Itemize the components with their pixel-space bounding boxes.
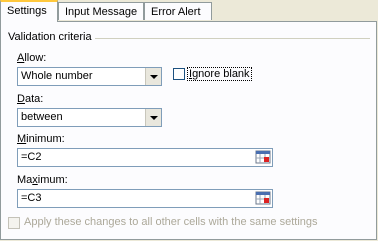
data-label-rest: ata: <box>24 93 44 105</box>
data-label-mnemonic: D <box>17 93 25 105</box>
maximum-input[interactable]: =C3 <box>17 189 273 208</box>
minimum-input[interactable]: =C2 <box>17 148 273 167</box>
group-title: Validation criteria <box>8 31 95 43</box>
group-divider <box>92 38 370 39</box>
maximum-label-prefix: Ma <box>17 174 33 186</box>
allow-label: Allow: <box>17 52 46 64</box>
minimum-label-mnemonic: M <box>17 133 27 145</box>
collapse-dialog-icon[interactable] <box>255 150 271 165</box>
data-select[interactable]: between <box>17 108 162 127</box>
data-label: Data: <box>17 93 43 105</box>
ignore-blank-rest: gnore blank <box>192 68 250 80</box>
apply-all-label: Apply these changes to all other cells w… <box>24 216 318 228</box>
allow-select[interactable]: Whole number <box>17 67 162 86</box>
tab-settings[interactable]: Settings <box>0 0 58 22</box>
tab-input-message[interactable]: Input Message <box>58 2 144 20</box>
minimum-label: Minimum: <box>17 133 65 145</box>
chevron-down-icon[interactable] <box>145 109 161 126</box>
tab-strip: Settings Input Message Error Alert <box>0 0 378 22</box>
data-select-value: between <box>21 111 63 123</box>
minimum-value: =C2 <box>21 151 42 163</box>
allow-label-rest: llow: <box>24 52 47 64</box>
apply-all-checkbox[interactable] <box>8 217 20 229</box>
maximum-value: =C3 <box>21 192 42 204</box>
allow-select-value: Whole number <box>21 70 93 82</box>
ignore-blank-checkbox[interactable] <box>173 68 185 80</box>
maximum-label-rest: imum: <box>37 174 68 186</box>
tab-error-alert-label: Error Alert <box>151 6 201 18</box>
minimum-label-rest: inimum: <box>26 133 65 145</box>
tab-error-alert[interactable]: Error Alert <box>144 2 212 20</box>
chevron-down-icon[interactable] <box>145 68 161 85</box>
tab-input-message-label: Input Message <box>65 6 138 18</box>
maximum-label: Maximum: <box>17 174 68 186</box>
tab-settings-label: Settings <box>7 5 47 17</box>
collapse-dialog-icon[interactable] <box>255 191 271 206</box>
ignore-blank-label[interactable]: Ignore blank <box>187 67 252 81</box>
